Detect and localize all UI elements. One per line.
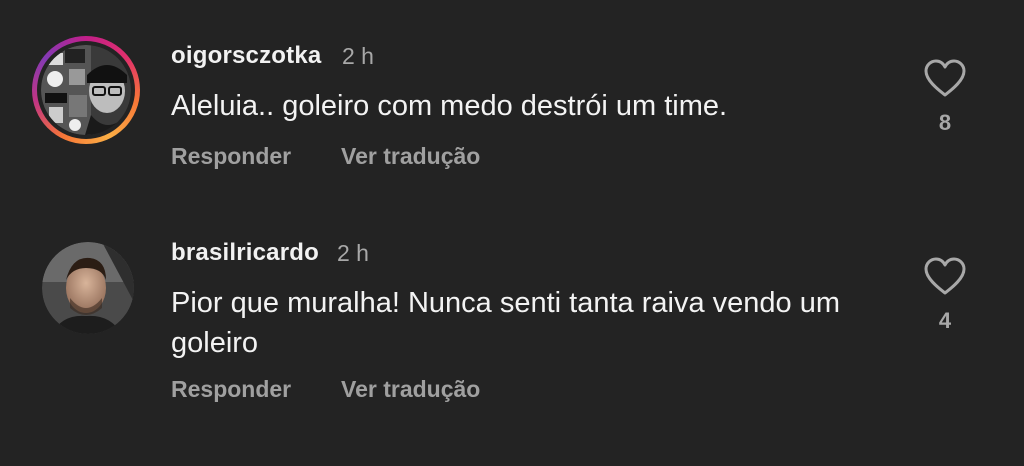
like-button[interactable]: 8: [920, 58, 970, 136]
reply-button[interactable]: Responder: [171, 376, 291, 403]
comment-timestamp: 2 h: [342, 43, 374, 69]
avatar[interactable]: [42, 242, 134, 334]
comment-text: Pior que muralha! Nunca senti tanta raiv…: [171, 287, 840, 359]
reply-button[interactable]: Responder: [171, 143, 291, 170]
see-translation-button[interactable]: Ver tradução: [341, 376, 480, 403]
comment-text: Aleluia.. goleiro com medo destrói um ti…: [171, 90, 728, 122]
heart-outline-icon: [924, 257, 966, 295]
like-count: 8: [938, 110, 952, 135]
heart-outline-icon: [924, 59, 966, 97]
comment-username[interactable]: brasilricardo: [171, 239, 319, 267]
avatar: [41, 45, 131, 135]
comment-username[interactable]: oigorsczotka: [171, 42, 321, 70]
see-translation-button[interactable]: Ver tradução: [341, 143, 480, 170]
comment-item: oigorsczotka 2 h Aleluia.. goleiro com m…: [0, 0, 1024, 220]
avatar-story-ring[interactable]: [32, 36, 140, 144]
comment-item: brasilricardo 2 h Pior que muralha! Nunc…: [0, 220, 1024, 466]
comment-timestamp: 2 h: [337, 240, 369, 266]
like-count: 4: [938, 308, 952, 333]
avatar-image: [42, 242, 134, 334]
like-button[interactable]: 4: [920, 256, 970, 334]
